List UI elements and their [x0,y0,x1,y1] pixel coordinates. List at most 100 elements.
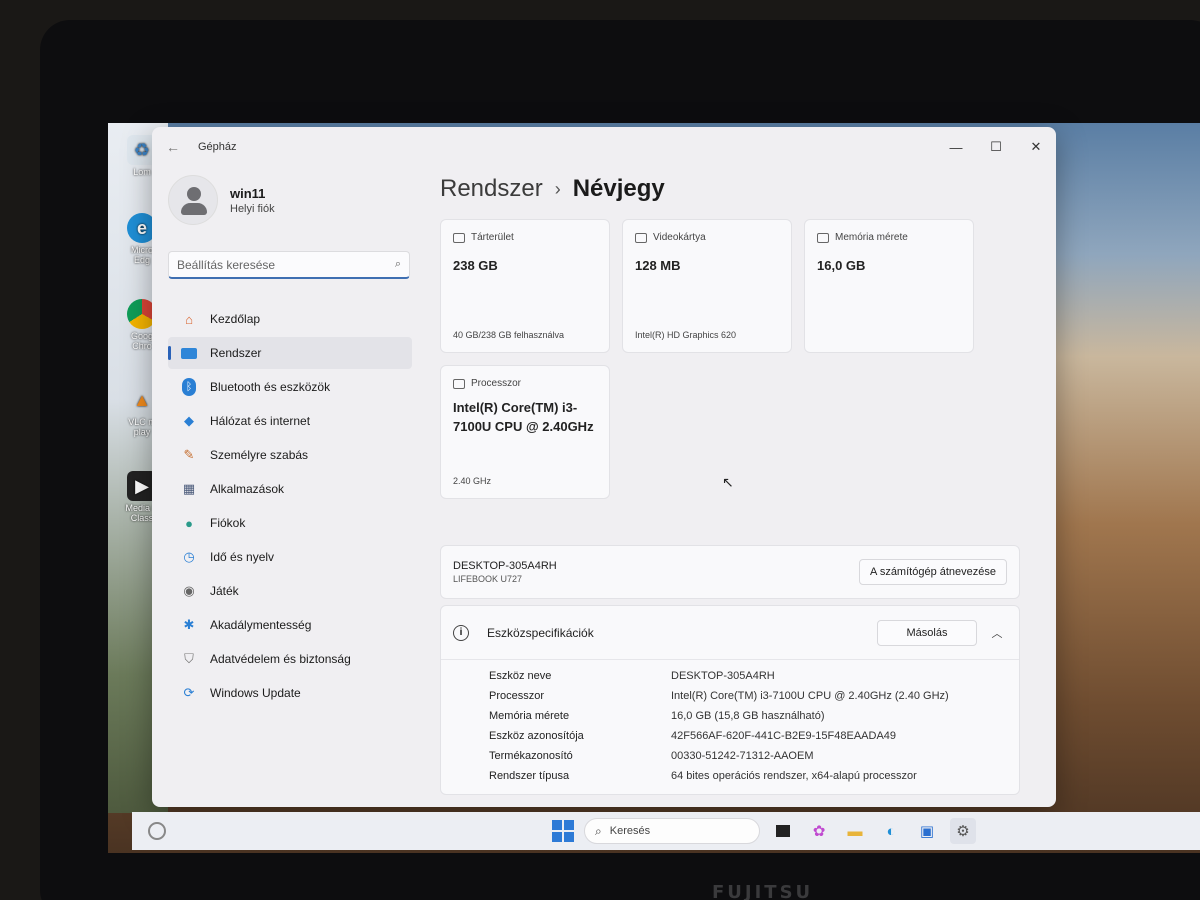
accessibility-icon: ✱ [183,617,195,632]
store-button[interactable]: ▣ [914,818,940,844]
spec-rows: Eszköz neve DESKTOP-305A4RH Processzor Int… [441,660,1019,794]
spec-value: 16,0 GB (15,8 GB használható) [671,710,825,722]
rename-pc-button[interactable]: A számítógép átnevezése [859,559,1007,585]
page-title: Névjegy [572,175,665,202]
brush-icon: ✎ [183,447,195,462]
spec-value: Intel(R) Core(TM) i3-7100U CPU @ 2.40GHz… [671,690,949,702]
spec-row: Processzor Intel(R) Core(TM) i3-7100U CPU… [441,686,1019,706]
system-icon [180,344,198,362]
copilot-icon: ✿ [812,823,826,840]
shield-icon: ⛉ [184,651,194,666]
spec-label: Processzor [489,690,545,702]
gamepad-icon: ◉ [183,583,195,598]
sidebar-item-label: Fiókok [210,516,246,530]
sidebar-item-accounts[interactable]: ● Fiókok [168,507,412,539]
spec-label: Rendszer típusa [489,770,570,782]
memory-icon [817,232,829,243]
info-icon: i [453,624,469,641]
device-name-bar: DESKTOP-305A4RH LIFEBOOK U727 A számítóg… [440,545,1020,599]
task-view-icon [776,825,790,837]
card-title: Processzor [471,378,522,389]
minimize-button[interactable]: — [936,127,976,167]
spec-label: Termékazonosító [489,750,573,762]
taskbar: ⌕ Keresés ✿ ▬ ◐ ▣ ⚙ [132,812,1200,850]
apps-icon: ▦ [182,481,196,496]
start-button[interactable] [552,820,574,842]
copy-button[interactable]: Másolás [877,619,977,646]
taskbar-search[interactable]: ⌕ Keresés [584,818,760,844]
cpu-card[interactable]: Processzor Intel(R) Core(TM) i3-7100U CP… [440,365,610,499]
spec-row: Rendszer típusa 64 bites operációs rendsz… [441,766,1019,786]
device-name: DESKTOP-305A4RH [453,560,557,572]
sidebar-item-apps[interactable]: ▦ Alkalmazások [168,473,412,505]
clock-globe-icon: ◷ [183,549,195,564]
home-icon: ⌂ [185,311,193,327]
chevron-up-icon[interactable]: ︿ [987,625,1007,641]
sidebar-item-home[interactable]: ⌂ Kezdőlap [168,303,412,335]
breadcrumb: Rendszer › Névjegy [440,175,1020,203]
spec-label: Eszköz neve [489,670,552,682]
settings-search-box[interactable]: ⌕ [168,251,410,279]
sidebar-item-system[interactable]: Rendszer [168,337,412,369]
sidebar-item-bluetooth[interactable]: ᛒ Bluetooth és eszközök [168,371,412,403]
brand-logo: FUJITSU [712,882,814,900]
taskbar-center: ⌕ Keresés ✿ ▬ ◐ ▣ ⚙ [552,818,976,844]
bluetooth-icon: ᛒ [180,378,198,396]
settings-taskbar-button[interactable]: ⚙ [950,818,976,844]
sidebar-item-accessibility[interactable]: ✱ Akadálymentesség [168,609,412,641]
close-button[interactable]: ✕ [1016,127,1056,167]
back-arrow-icon[interactable]: ← [166,139,180,155]
window-controls: — ☐ ✕ [936,127,1056,167]
user-name: win11 [230,185,266,201]
sidebar-item-label: Alkalmazások [210,482,285,496]
memory-card[interactable]: Memória mérete 16,0 GB [804,219,974,353]
copilot-button[interactable]: ✿ [806,818,832,844]
taskbar-search-label: Keresés [609,825,651,837]
sidebar-item-label: Bluetooth és eszközök [210,380,331,394]
sidebar-item-label: Kezdőlap [210,312,261,326]
sidebar-item-label: Adatvédelem és biztonság [210,652,351,666]
device-specs-header[interactable]: i Eszközspecifikációk Másolás ︿ [441,606,1019,660]
desktop-icon-label: Goog Chro [130,331,154,351]
wifi-icon: ◆ [184,413,194,428]
minimize-icon: — [949,139,963,155]
sidebar-item-gaming[interactable]: ◉ Játék [168,575,412,607]
widgets-icon[interactable] [148,822,166,840]
spec-row: Eszköz azonosítója 42F566AF-620F-441C-B2E… [441,726,1019,746]
avatar [168,175,218,225]
task-view-button[interactable] [770,818,796,844]
card-title: Memória mérete [835,232,908,243]
spec-value: 00330-51242-71312-AAOEM [671,750,814,762]
spec-value: 42F566AF-620F-441C-B2E9-15F48EAADA49 [671,730,897,742]
maximize-button[interactable]: ☐ [976,127,1016,167]
store-icon: ▣ [919,823,935,840]
storage-card[interactable]: Tárterület 238 GB 40 GB/238 GB felhaszná… [440,219,610,353]
sidebar-item-windows-update[interactable]: ⟳ Windows Update [168,677,412,709]
search-input[interactable] [177,257,395,272]
user-profile[interactable]: win11 Helyi fiók [168,175,418,225]
gear-icon: ⚙ [956,823,970,840]
file-explorer-button[interactable]: ▬ [842,818,868,844]
device-model: LIFEBOOK U727 [453,574,523,584]
sidebar-item-label: Idő és nyelv [210,550,275,564]
sidebar: win11 Helyi fiók ⌕ ⌂ Kezdőlap Rendszer ᛒ… [168,175,418,711]
search-icon: ⌕ [595,823,602,838]
desktop-icon-label: Lom [133,167,151,177]
card-title: Tárterület [471,232,514,243]
edge-button[interactable]: ◐ [878,818,904,844]
sidebar-item-time-language[interactable]: ◷ Idő és nyelv [168,541,412,573]
sidebar-item-privacy[interactable]: ⛉ Adatvédelem és biztonság [168,643,412,675]
gpu-icon [635,232,647,243]
card-footer: Intel(R) HD Graphics 620 [635,330,737,340]
sidebar-item-label: Hálózat és internet [210,414,311,428]
sidebar-item-label: Windows Update [210,686,301,700]
maximize-icon: ☐ [990,139,1002,154]
account-type: Helyi fiók [230,202,275,215]
app-title: Gépház [198,141,237,153]
card-value: Intel(R) Core(TM) i3-7100U CPU @ 2.40GHz [453,400,594,434]
breadcrumb-parent[interactable]: Rendszer [440,175,543,203]
spec-row: Termékazonosító 00330-51242-71312-AAOEM [441,746,1019,766]
sidebar-item-network[interactable]: ◆ Hálózat és internet [168,405,412,437]
sidebar-item-personalization[interactable]: ✎ Személyre szabás [168,439,412,471]
gpu-card[interactable]: Videokártya 128 MB Intel(R) HD Graphics … [622,219,792,353]
